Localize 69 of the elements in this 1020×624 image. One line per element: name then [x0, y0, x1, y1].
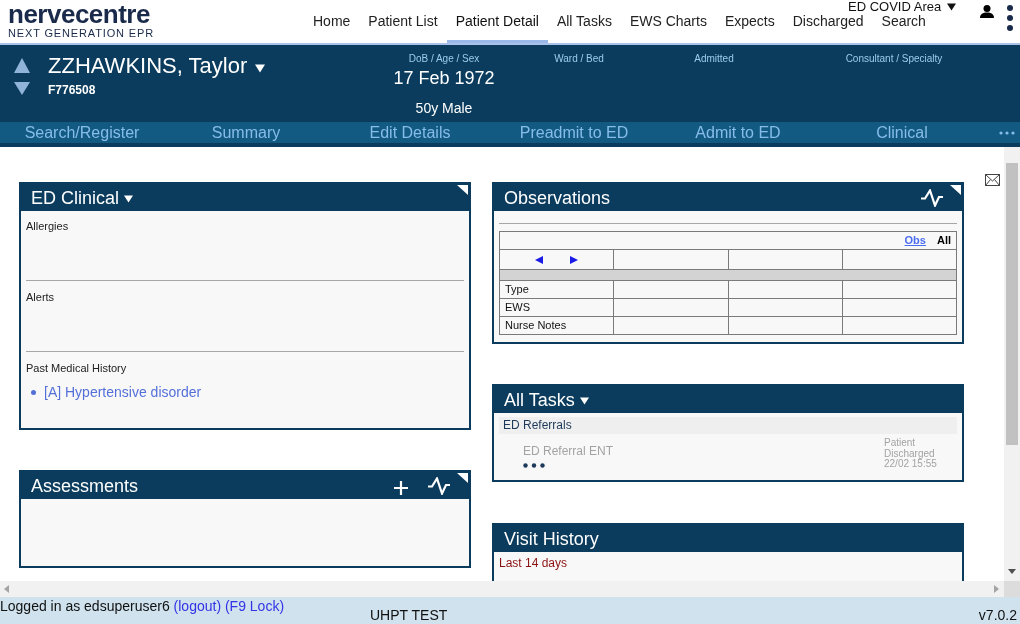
panel-title-button[interactable]: ED Clinical [31, 186, 134, 209]
logout-link[interactable]: (logout) [173, 598, 222, 614]
visit-period-text: Last 14 days [499, 556, 568, 570]
scrollbar-corner [1004, 581, 1020, 597]
menu-tab[interactable]: Edit Details [328, 122, 492, 143]
task-status-text: Patient Discharged 22/02 15:55 [884, 438, 938, 470]
nav-link[interactable]: Home [313, 13, 351, 29]
area-selector-button[interactable]: ED COVID Area [848, 0, 957, 13]
menu-tab[interactable]: Summary [164, 122, 328, 143]
previous-arrow-icon[interactable] [535, 255, 544, 264]
more-dots-icon[interactable] [523, 463, 545, 468]
scrollbar-thumb[interactable] [1006, 163, 1018, 445]
plus-icon[interactable] [394, 480, 408, 495]
menu-tab[interactable]: Admit to ED [656, 122, 820, 143]
patient-number: F776508 [48, 83, 96, 97]
field-label: DoB / Age / Sex [408, 53, 480, 65]
field-detail: 50y Male [415, 100, 473, 116]
corner-triangle-icon[interactable] [457, 473, 468, 483]
up-arrow-icon[interactable] [14, 58, 30, 73]
history-item-link[interactable]: [A] Hypertensive disorder [44, 384, 202, 400]
filter-link[interactable]: All [936, 234, 951, 247]
pulse-chart-icon[interactable] [920, 188, 944, 207]
logo-wordmark[interactable]: nervecentre [8, 1, 150, 27]
section-label: Alerts [26, 291, 55, 304]
nav-link[interactable]: EWS Charts [629, 13, 707, 29]
task-group-header: ED Referrals [499, 417, 957, 434]
caret-down-icon [947, 2, 957, 11]
menu-tab[interactable]: Search/Register [0, 122, 164, 143]
user-icon[interactable] [980, 5, 994, 18]
logo-tagline: NEXT GENERATION EPR [8, 28, 154, 39]
menu-tab[interactable]: Clinical [820, 122, 984, 143]
field-label: Ward / Bed [554, 53, 604, 65]
menu-tab[interactable]: Preadmit to ED [492, 122, 656, 143]
panel-title: Observations [504, 186, 611, 209]
nav-link[interactable]: Patient List [368, 13, 438, 29]
table-cell: Nurse Notes [499, 316, 614, 335]
more-icon[interactable] [999, 130, 1015, 135]
field-label: Consultant / Specialty [845, 53, 943, 65]
filter-link[interactable]: Obs [904, 234, 926, 247]
patient-name-button[interactable]: ZZHAWKINS, Taylor [48, 53, 266, 79]
table-cell: EWS [499, 298, 614, 317]
login-status-text: Logged in as edsuperuser6 (logout) (F9 Lock) [0, 598, 285, 614]
section-label: Past Medical History [26, 362, 127, 375]
lock-link[interactable]: (F9 Lock) [224, 598, 285, 614]
vertical-scrollbar[interactable] [1004, 147, 1020, 581]
corner-triangle-icon[interactable] [950, 185, 961, 195]
field-label: Admitted [694, 53, 734, 65]
nav-link[interactable]: All Tasks [556, 13, 612, 29]
bullet-icon [31, 389, 36, 395]
version-label: v7.0.2 [978, 607, 1017, 623]
panel-title: Visit History [504, 527, 599, 550]
down-arrow-icon[interactable] [14, 82, 30, 95]
caret-down-icon [255, 63, 266, 73]
nav-link[interactable]: Patient Detail [455, 13, 539, 29]
mail-icon[interactable] [985, 174, 1000, 186]
scroll-down-arrow-icon[interactable] [1008, 569, 1016, 574]
environment-label: UHPT TEST [370, 607, 448, 623]
next-arrow-icon[interactable] [570, 255, 579, 264]
nav-link[interactable]: Discharged [792, 13, 864, 29]
pulse-chart-icon[interactable] [427, 476, 451, 495]
panel-title: Assessments [31, 474, 139, 497]
field-value: 17 Feb 1972 [393, 67, 495, 89]
panel-title-button[interactable]: All Tasks [504, 388, 589, 411]
nav-link[interactable]: Expects [724, 13, 775, 29]
nav-link[interactable]: Search [881, 13, 926, 29]
section-label: Allergies [26, 220, 69, 233]
vertical-dots-menu-icon[interactable] [1007, 5, 1013, 31]
corner-triangle-icon[interactable] [457, 185, 468, 195]
table-cell: Type [499, 280, 614, 299]
